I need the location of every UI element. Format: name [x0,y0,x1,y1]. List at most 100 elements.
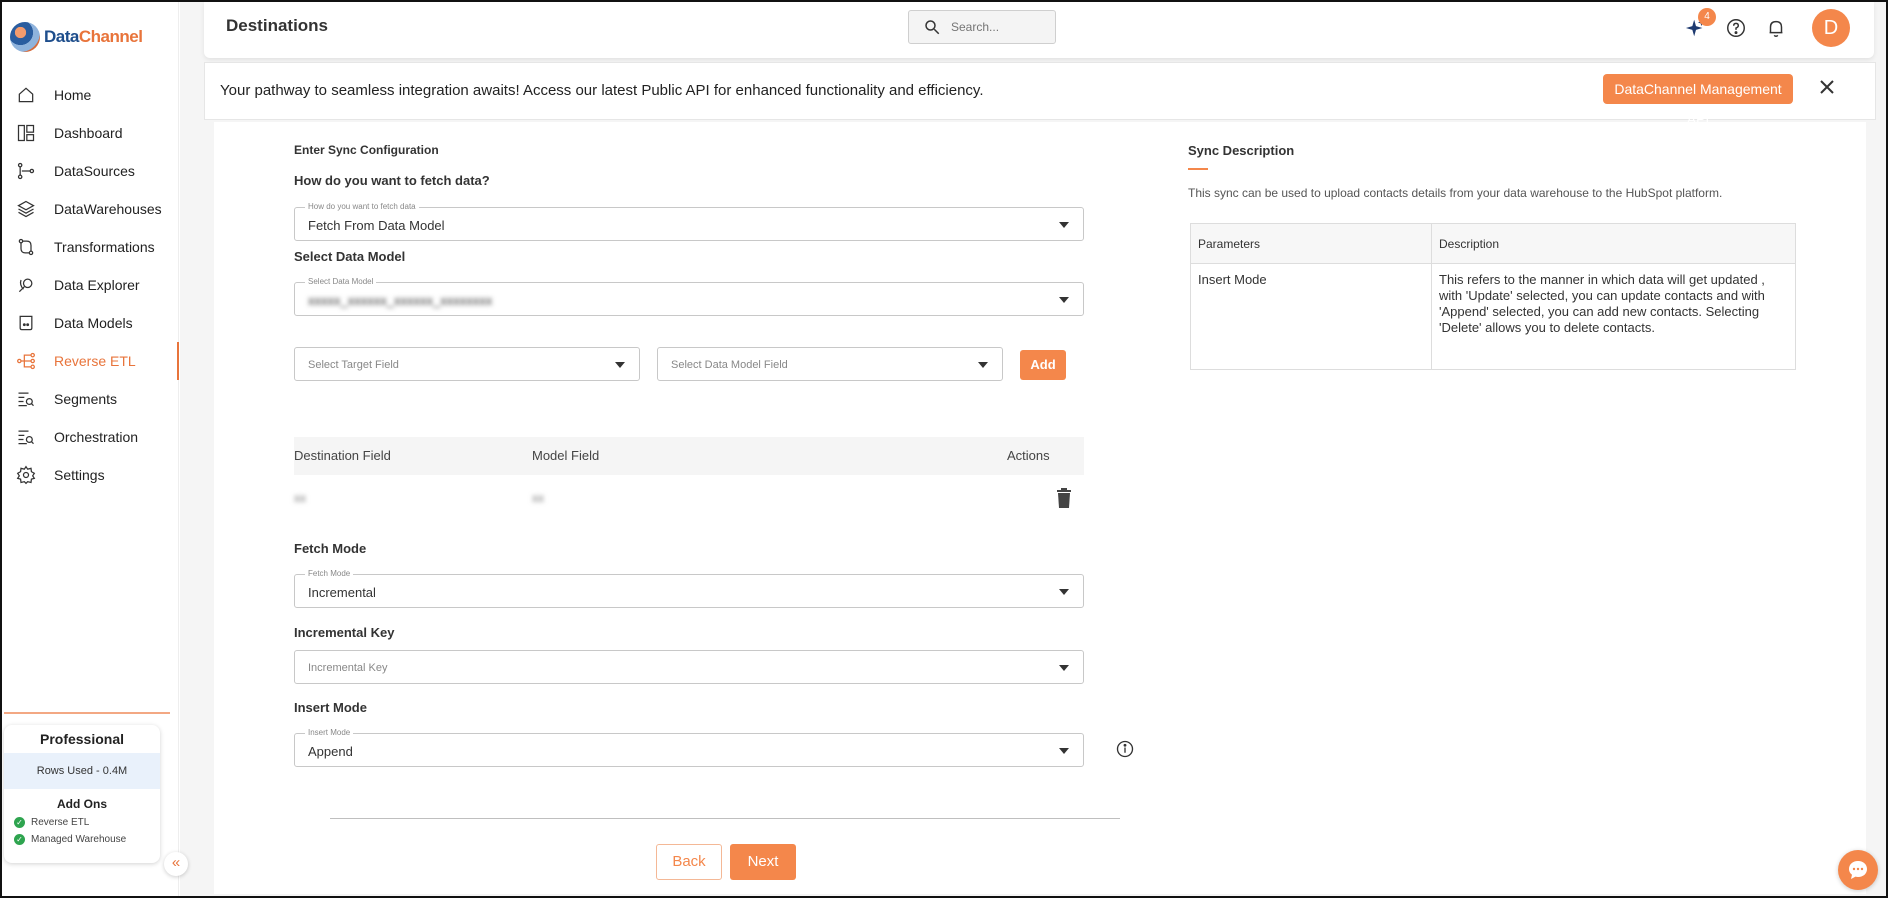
top-icons: 4 D [1684,8,1850,48]
sidebar-nav: Home Dashboard DataSources DataWarehouse… [2,76,179,494]
settings-icon [16,465,36,485]
data-model-label: Select Data Model [294,249,406,264]
select-value: xxxxx_xxxxxx_xxxxxx_xxxxxxxx [308,293,493,308]
column-header: Actions [1007,448,1050,463]
select-placeholder: Select Data Model Field [671,359,788,371]
banner-text: Your pathway to seamless integration awa… [220,82,984,99]
fetch-mode-label: Fetch Mode [294,541,367,556]
datawarehouses-icon [17,200,35,218]
select-value: Fetch From Data Model [308,218,445,233]
data-model-select[interactable]: Select Data Model xxxxx_xxxxxx_xxxxxx_xx… [294,277,1084,316]
ai-sparkle-button[interactable]: 4 [1684,8,1716,40]
insert-mode-label: Insert Mode [294,700,367,715]
column-header: Model Field [532,448,600,463]
plan-card: Professional Rows Used - 0.4M Add Ons ✓ R… [4,725,160,863]
logo-mark-icon [10,22,40,52]
announcement-banner: Your pathway to seamless integration awa… [204,62,1876,127]
caret-down-icon [978,362,988,368]
table-header-row: Parameters Description [1190,223,1796,264]
back-button[interactable]: Back [656,844,722,880]
floating-label: How do you want to fetch data [305,202,419,211]
delete-icon[interactable] [1056,488,1072,508]
caret-down-icon [1059,222,1069,228]
sidebar-item-label: DataSources [54,163,135,179]
description-cell: This refers to the manner in which data … [1431,263,1796,370]
close-icon[interactable] [1815,75,1839,99]
column-header: Destination Field [294,448,391,463]
caret-down-icon [1059,589,1069,595]
incremental-key-label: Incremental Key [294,625,395,640]
column-header: Parameters [1190,223,1432,264]
search-box[interactable] [908,10,1056,44]
caret-down-icon [615,362,625,368]
plan-title: Professional [39,731,125,747]
sidebar-item-label: Data Explorer [54,277,140,293]
next-button[interactable]: Next [730,844,796,880]
parameters-table: Parameters Description Insert Mode This … [1190,223,1796,370]
section-title: Enter Sync Configuration [294,143,439,157]
notifications-button[interactable] [1764,16,1788,40]
segments-icon [18,392,34,407]
sidebar-item-dashboard[interactable]: Dashboard [2,114,179,152]
info-icon[interactable] [1116,740,1134,758]
add-mapping-button[interactable]: Add [1020,350,1066,380]
title-underline [1188,168,1208,170]
sidebar-item-label: Transformations [54,239,155,255]
sidebar-item-label: Orchestration [54,429,139,445]
collapse-sidebar-button[interactable]: « [164,852,188,876]
sidebar-item-data-explorer[interactable]: Data Explorer [2,266,179,304]
model-field-cell: xx [532,491,544,505]
chat-button[interactable] [1838,850,1878,890]
fetch-question-label: How do you want to fetch data? [294,173,490,188]
sidebar-item-orchestration[interactable]: Orchestration [2,418,179,456]
management-api-button[interactable]: DataChannel Management API [1603,74,1793,127]
transformations-icon [18,238,34,256]
addon-item: ✓ Managed Warehouse [14,834,160,845]
fetch-method-select[interactable]: How do you want to fetch data Fetch From… [294,202,1084,241]
target-field-select[interactable]: Select Target Field [294,347,640,381]
addon-item: ✓ Reverse ETL [14,817,160,828]
sidebar-item-label: Dashboard [54,125,123,141]
form-divider [330,818,1120,819]
help-button[interactable] [1724,16,1748,40]
data-explorer-icon [18,278,33,293]
floating-label: Insert Mode [305,728,354,737]
bell-icon [1769,20,1783,37]
data-model-field-select[interactable]: Select Data Model Field [657,347,1003,381]
sync-description-text: This sync can be used to upload contacts… [1188,186,1723,200]
incremental-key-select[interactable]: Incremental Key [294,650,1084,684]
home-icon [18,87,34,103]
floating-label: Fetch Mode [305,569,354,578]
rows-used: Rows Used - 0.4M [4,753,160,789]
sidebar-item-label: Home [54,87,92,103]
orchestration-icon [18,430,34,445]
sidebar-item-transformations[interactable]: Transformations [2,228,179,266]
user-avatar[interactable]: D [1812,9,1850,47]
insert-mode-select[interactable]: Insert Mode Append [294,728,1084,767]
search-icon [925,20,940,35]
sidebar-item-segments[interactable]: Segments [2,380,179,418]
sidebar-item-label: Settings [54,467,105,483]
search-input[interactable] [951,20,1041,34]
mapping-table-header: Destination Field Model Field Actions [294,437,1084,475]
addons-title: Add Ons [57,797,107,811]
sidebar-item-settings[interactable]: Settings [2,456,179,494]
notification-badge: 4 [1698,8,1716,26]
page-title: Destinations [226,16,329,35]
brand-logo[interactable]: DataChannel [10,22,143,52]
sidebar-item-data-models[interactable]: Data Models [2,304,179,342]
destination-field-cell: xx [294,491,306,505]
sidebar-item-datasources[interactable]: DataSources [2,152,179,190]
select-placeholder: Incremental Key [308,662,388,674]
sidebar-item-label: DataWarehouses [54,201,162,217]
select-value: Incremental [308,585,376,600]
top-bar: Destinations 4 D [204,2,1874,58]
sidebar-item-home[interactable]: Home [2,76,179,114]
caret-down-icon [1059,665,1069,671]
chat-bubble-icon [1849,861,1867,879]
check-circle-icon: ✓ [14,817,25,828]
plan-divider [4,712,170,714]
sidebar-item-datawarehouses[interactable]: DataWarehouses [2,190,179,228]
fetch-mode-select[interactable]: Fetch Mode Incremental [294,569,1084,608]
sidebar-item-reverse-etl[interactable]: Reverse ETL [2,342,179,380]
